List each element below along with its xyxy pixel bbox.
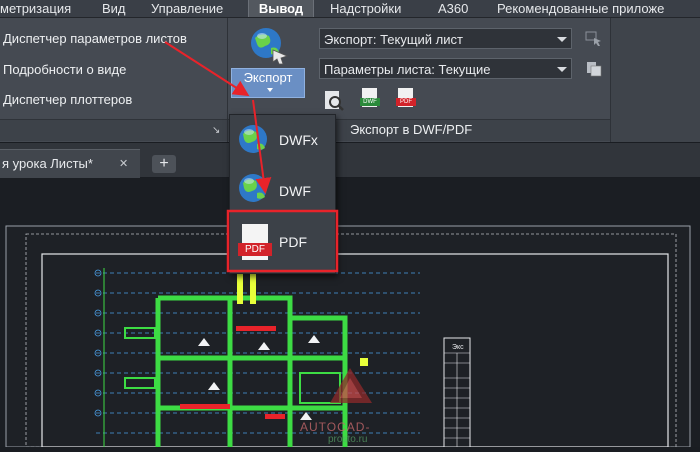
annotation-overlay [164,41,339,273]
pdf-highlight-box [226,209,339,273]
annotation-arrow [164,41,250,97]
annotation-arrow [252,99,272,194]
